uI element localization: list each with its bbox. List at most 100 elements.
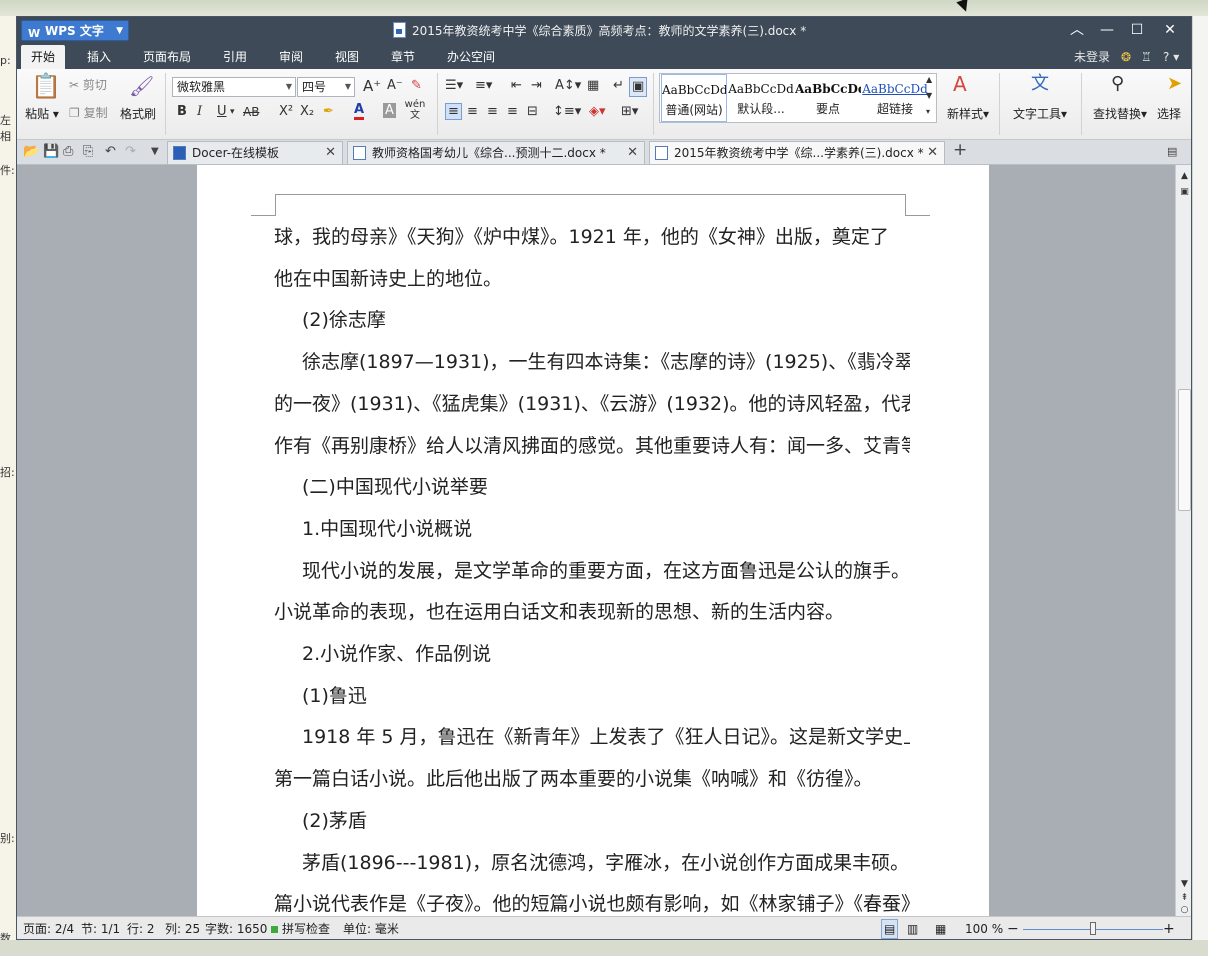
select-cursor-icon[interactable]: ➤ (1167, 75, 1182, 93)
distributed-align-icon[interactable]: ⊟ (527, 103, 538, 121)
italic-button[interactable]: I (197, 103, 202, 121)
align-center-icon[interactable]: ≡ (467, 103, 478, 121)
document-line[interactable]: 篇小说代表作是《子夜》。他的短篇小说也颇有影响，如《林家铺子》《春蚕》 (274, 884, 910, 916)
grow-font-icon[interactable]: A⁺ (363, 77, 381, 95)
document-line[interactable]: 球，我的母亲》《天狗》《炉中煤》。1921 年，他的《女神》出版，奠定了 (274, 217, 910, 259)
document-line[interactable]: 的一夜》(1931)、《猛虎集》(1931)、《云游》(1932)。他的诗风轻盈… (274, 384, 910, 426)
style-default-paragraph[interactable]: AaBbCcDd 默认段... (728, 74, 794, 122)
font-size-select[interactable]: 四号 ▼ (297, 77, 355, 97)
char-shading-button[interactable]: A (383, 103, 396, 118)
document-line[interactable]: 小说革命的表现，也在运用白话文和表现新的思想、新的生活内容。 (274, 592, 910, 634)
status-column[interactable]: 列: 25 (165, 917, 200, 939)
document-line[interactable]: 作有《再别康桥》给人以清风拂面的感觉。其他重要诗人有：闻一多、艾青等。 (274, 426, 910, 468)
tab-document-current[interactable]: 2015年教资统考中学《综...学素养(三).docx * ✕ (649, 141, 945, 164)
document-line[interactable]: 第一篇白话小说。此后他出版了两本重要的小说集《呐喊》和《彷徨》。 (274, 759, 910, 801)
font-color-button[interactable]: A (354, 103, 365, 120)
document-line[interactable]: 1.中国现代小说概说 (274, 509, 910, 551)
status-page[interactable]: 页面: 2/4 (23, 917, 74, 939)
maximize-button[interactable]: ☐ (1122, 17, 1152, 45)
shrink-font-icon[interactable]: A⁻ (387, 77, 403, 95)
styles-more-icon[interactable]: ▾ (926, 106, 930, 118)
document-text[interactable]: 球，我的母亲》《天狗》《炉中煤》。1921 年，他的《女神》出版，奠定了 他在中国… (274, 217, 910, 916)
document-line[interactable]: (2)徐志摩 (274, 300, 910, 342)
scrollbar-thumb[interactable] (1178, 389, 1191, 511)
superscript-button[interactable]: X² (279, 103, 293, 121)
tab-office-space[interactable]: 办公空间 (437, 45, 505, 69)
print-preview-icon[interactable]: ⎘ (83, 144, 93, 160)
customize-toolbar-icon[interactable]: ▼ (151, 144, 159, 160)
tab-list-icon[interactable]: ▤ (1167, 144, 1177, 160)
tab-insert[interactable]: 插入 (77, 45, 121, 69)
status-section[interactable]: 节: 1/1 (81, 917, 120, 939)
tab-home[interactable]: 开始 (21, 45, 65, 69)
document-line[interactable]: 2.小说作家、作品例说 (274, 634, 910, 676)
style-hyperlink[interactable]: AaBbCcDd 超链接 (862, 74, 928, 122)
spell-check-toggle[interactable]: 拼写检查 (271, 917, 330, 939)
document-line[interactable]: 现代小说的发展，是文学革命的重要方面，在这方面鲁迅是公认的旗手。 (274, 551, 910, 593)
strikethrough-button[interactable]: AB (243, 103, 259, 121)
table-grid-icon[interactable]: ▦ (587, 77, 599, 95)
status-row[interactable]: 行: 2 (127, 917, 155, 939)
style-key-point[interactable]: AaBbCcDd 要点 (795, 74, 861, 122)
text-tools-icon[interactable]: 文 (1031, 75, 1049, 93)
increase-indent-icon[interactable]: ⇥ (531, 77, 542, 95)
status-word-count[interactable]: 字数: 1650 (205, 917, 267, 939)
save-icon[interactable]: 💾 (43, 144, 59, 160)
login-status[interactable]: 未登录 (1074, 45, 1110, 69)
document-line[interactable]: 他在中国新诗史上的地位。 (274, 259, 910, 301)
format-painter-button[interactable]: 格式刷 (117, 105, 159, 122)
binoculars-icon[interactable]: ⚲ (1111, 75, 1124, 93)
styles-scroll-down-icon[interactable]: ▼ (926, 90, 932, 102)
open-folder-icon[interactable]: 📂 (23, 144, 39, 160)
zoom-out-icon[interactable]: − (1007, 917, 1019, 939)
phonetic-guide-button[interactable]: wén 文 (403, 99, 427, 121)
clear-format-icon[interactable]: ✎ (411, 77, 422, 95)
skin-icon[interactable]: ❂ (1121, 45, 1131, 69)
format-painter-icon[interactable]: 🖌 (129, 76, 154, 96)
select-button[interactable]: 选择 (1157, 105, 1191, 122)
print-icon[interactable]: ⎙ (63, 144, 73, 160)
show-marks-icon[interactable]: ↵ (613, 77, 624, 95)
text-direction-icon[interactable]: A↕▾ (555, 77, 581, 95)
cut-button[interactable]: ✂ 剪切 (69, 77, 107, 93)
underline-button[interactable]: U (217, 103, 227, 121)
subscript-button[interactable]: X₂ (300, 103, 314, 121)
numbered-list-icon[interactable]: ≡▾ (475, 77, 492, 95)
line-spacing-icon[interactable]: ↕≡▾ (553, 103, 581, 121)
align-left-icon[interactable]: ≡ (445, 103, 462, 120)
tab-chapter[interactable]: 章节 (381, 45, 425, 69)
zoom-level[interactable]: 100 % (965, 917, 1003, 939)
page-view-icon[interactable]: ▣ (1176, 185, 1191, 199)
web-view-icon[interactable]: ▦ (935, 917, 946, 939)
redo-icon[interactable]: ↷ (125, 144, 136, 160)
close-icon[interactable]: ✕ (927, 142, 938, 164)
style-normal-web[interactable]: AaBbCcDd 普通(网站) (661, 74, 727, 122)
paste-icon[interactable]: 📋 (31, 74, 61, 98)
undo-icon[interactable]: ↶ (105, 144, 116, 160)
vertical-scrollbar[interactable]: ▲ ▣ ▼ ⇞ ○ (1175, 165, 1191, 916)
align-right-icon[interactable]: ≡ (487, 103, 498, 121)
copy-button[interactable]: ❐ 复制 (69, 105, 108, 121)
highlight-icon[interactable]: ✒ (323, 103, 334, 121)
borders-icon[interactable]: ⊞▾ (621, 103, 638, 121)
tab-page-layout[interactable]: 页面布局 (133, 45, 201, 69)
status-unit[interactable]: 单位: 毫米 (343, 917, 399, 939)
help-button[interactable]: ? ▾ (1163, 45, 1179, 69)
find-replace-button[interactable]: 查找替换▾ (1087, 105, 1153, 122)
minimize-button[interactable]: — (1092, 17, 1122, 45)
text-tools-button[interactable]: 文字工具▾ (1007, 105, 1073, 122)
tab-review[interactable]: 审阅 (269, 45, 313, 69)
bullet-list-icon[interactable]: ☰▾ (445, 77, 463, 95)
close-icon[interactable]: ✕ (627, 142, 638, 164)
close-icon[interactable]: ✕ (325, 142, 336, 164)
document-line[interactable]: 1918 年 5 月，鲁迅在《新青年》上发表了《狂人日记》。这是新文学史上 (274, 717, 910, 759)
new-tab-plus-icon[interactable]: + (953, 142, 967, 159)
scroll-up-arrow-icon[interactable]: ▲ (1176, 169, 1191, 183)
scroll-down-arrow-icon[interactable]: ▼ (1176, 877, 1191, 891)
font-name-select[interactable]: 微软雅黑 ▼ (172, 77, 296, 97)
paragraph-layout-icon[interactable]: ▣ (629, 77, 648, 97)
close-button[interactable]: ✕ (1155, 17, 1185, 45)
page-view-mode-icon[interactable]: ▤ (881, 919, 899, 939)
decrease-indent-icon[interactable]: ⇤ (511, 77, 522, 95)
wps-app-menu-button[interactable]: W WPS 文字 ▼ (21, 20, 129, 41)
